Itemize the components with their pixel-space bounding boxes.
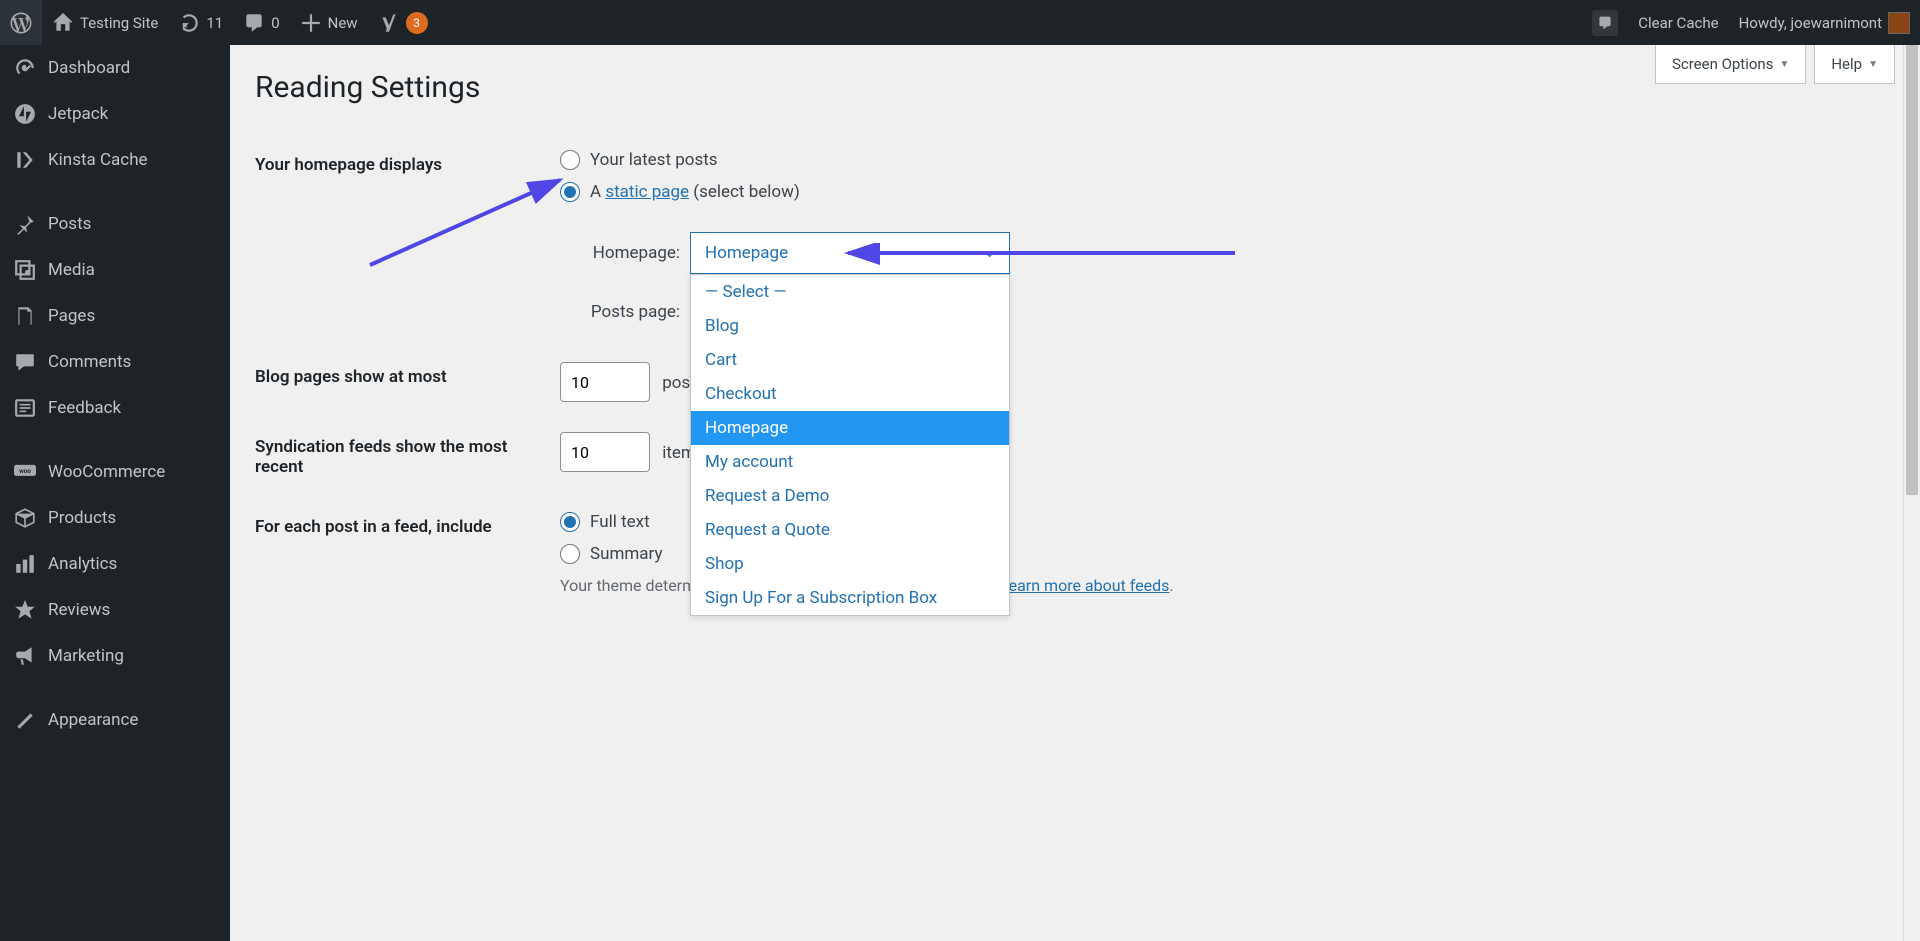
updates-count: 11: [206, 14, 223, 32]
select-option[interactable]: Request a Quote: [691, 513, 1009, 547]
sidebar-item-analytics[interactable]: Analytics: [0, 541, 230, 587]
row-label-feed-include: For each post in a feed, include: [255, 497, 560, 610]
radio-latest-posts-label: Your latest posts: [590, 150, 718, 170]
sidebar-item-kinsta[interactable]: Kinsta Cache: [0, 137, 230, 183]
home-icon: [52, 12, 74, 34]
chevron-down-icon: ▼: [1779, 59, 1789, 70]
woo-icon: woo: [14, 461, 36, 483]
notifications-button[interactable]: [1582, 0, 1628, 45]
star-icon: [14, 599, 36, 621]
scrollbar-thumb[interactable]: [1906, 45, 1918, 495]
select-option[interactable]: Sign Up For a Subscription Box: [691, 581, 1009, 615]
new-label: New: [328, 14, 358, 32]
syndication-input[interactable]: [560, 432, 650, 472]
comment-icon: [243, 12, 265, 34]
pin-icon: [14, 213, 36, 235]
site-name: Testing Site: [80, 14, 158, 32]
help-tab[interactable]: Help▼: [1814, 45, 1895, 84]
jetpack-icon: [14, 103, 36, 125]
yoast-link[interactable]: 3: [368, 0, 438, 45]
page-title: Reading Settings: [255, 70, 1895, 105]
radio-static-page[interactable]: [560, 182, 580, 202]
static-page-link[interactable]: static page: [605, 182, 689, 202]
select-option[interactable]: — Select —: [691, 275, 1009, 309]
products-icon: [14, 507, 36, 529]
sidebar-item-pages[interactable]: Pages: [0, 293, 230, 339]
homepage-select-dropdown: — Select — Blog Cart Checkout Homepage M…: [690, 274, 1010, 616]
homepage-select[interactable]: Homepage ⌄: [690, 232, 1010, 274]
media-icon: [14, 259, 36, 281]
sidebar-item-posts[interactable]: Posts: [0, 201, 230, 247]
pages-icon: [14, 305, 36, 327]
sidebar-item-dashboard[interactable]: Dashboard: [0, 45, 230, 91]
row-label-syndication: Syndication feeds show the most recent: [255, 417, 560, 497]
postspage-select-label: Posts page:: [580, 302, 680, 322]
comments-icon: [14, 351, 36, 373]
update-icon: [178, 12, 200, 34]
sidebar-item-feedback[interactable]: Feedback: [0, 385, 230, 431]
sidebar-item-jetpack[interactable]: Jetpack: [0, 91, 230, 137]
yoast-icon: [378, 12, 400, 34]
homepage-select-label: Homepage:: [580, 243, 680, 263]
select-option[interactable]: Request a Demo: [691, 479, 1009, 513]
radio-latest-posts[interactable]: [560, 150, 580, 170]
new-link[interactable]: New: [290, 0, 368, 45]
svg-text:woo: woo: [19, 467, 31, 475]
kinsta-icon: [14, 149, 36, 171]
select-option[interactable]: Blog: [691, 309, 1009, 343]
sidebar-item-marketing[interactable]: Marketing: [0, 633, 230, 679]
appearance-icon: [14, 709, 36, 731]
screen-options-tab[interactable]: Screen Options▼: [1655, 45, 1806, 84]
site-name-link[interactable]: Testing Site: [42, 0, 168, 45]
updates-link[interactable]: 11: [168, 0, 233, 45]
feedback-icon: [14, 397, 36, 419]
select-option[interactable]: Checkout: [691, 377, 1009, 411]
clear-cache-link[interactable]: Clear Cache: [1628, 0, 1728, 45]
sidebar-item-woocommerce[interactable]: wooWooCommerce: [0, 449, 230, 495]
analytics-icon: [14, 553, 36, 575]
megaphone-icon: [14, 645, 36, 667]
row-label-homepage-displays: Your homepage displays: [255, 135, 560, 347]
blog-pages-input[interactable]: [560, 362, 650, 402]
radio-full-text[interactable]: [560, 512, 580, 532]
chevron-down-icon: ▼: [1868, 59, 1878, 70]
sidebar-item-reviews[interactable]: Reviews: [0, 587, 230, 633]
select-option[interactable]: Shop: [691, 547, 1009, 581]
comments-link[interactable]: 0: [233, 0, 289, 45]
sidebar-item-comments[interactable]: Comments: [0, 339, 230, 385]
chevron-down-icon: ⌄: [984, 246, 995, 261]
dashboard-icon: [14, 57, 36, 79]
plus-icon: [300, 12, 322, 34]
sidebar-item-appearance[interactable]: Appearance: [0, 697, 230, 743]
wp-logo[interactable]: [0, 0, 42, 45]
sidebar-item-media[interactable]: Media: [0, 247, 230, 293]
homepage-select-value: Homepage: [705, 243, 788, 263]
row-label-blog-pages: Blog pages show at most: [255, 347, 560, 417]
avatar: [1888, 12, 1910, 34]
yoast-count: 3: [406, 12, 428, 34]
comments-count: 0: [271, 14, 279, 32]
howdy-text: Howdy, joewarnimont: [1739, 14, 1882, 32]
wordpress-icon: [10, 12, 32, 34]
sidebar-item-products[interactable]: Products: [0, 495, 230, 541]
select-option[interactable]: Cart: [691, 343, 1009, 377]
bell-icon: [1592, 10, 1618, 36]
scrollbar[interactable]: [1903, 45, 1920, 941]
select-option[interactable]: My account: [691, 445, 1009, 479]
account-link[interactable]: Howdy, joewarnimont: [1729, 0, 1920, 45]
learn-more-feeds-link[interactable]: Learn more about feeds: [1000, 576, 1169, 595]
radio-summary[interactable]: [560, 544, 580, 564]
select-option-selected[interactable]: Homepage: [691, 411, 1009, 445]
